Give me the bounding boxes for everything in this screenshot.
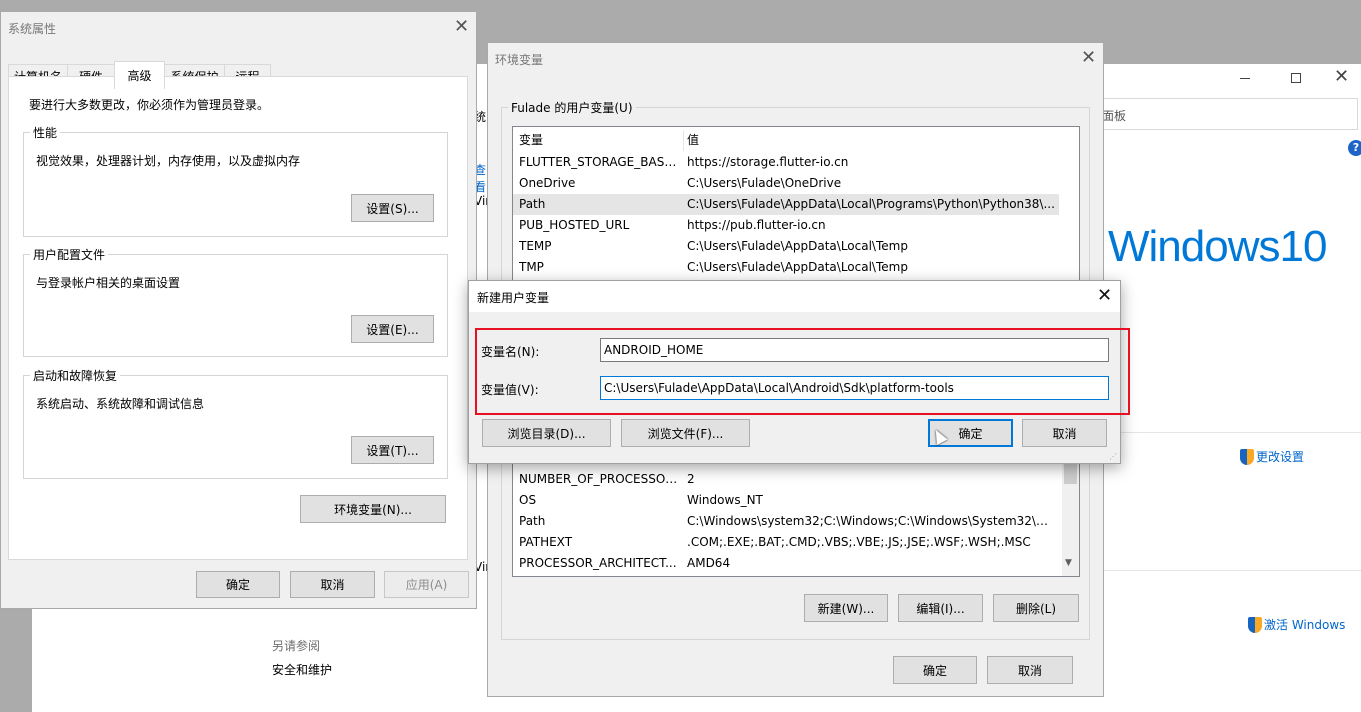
minimize-icon[interactable] — [1238, 70, 1252, 82]
help-icon[interactable]: ? — [1348, 140, 1361, 156]
var-value: 2 — [687, 472, 695, 486]
user-vars-label: Fulade 的用户变量(U) — [508, 99, 636, 116]
sys-props-title: 系统属性 — [8, 22, 57, 36]
browse-file-button[interactable]: 浏览文件(F)... — [621, 419, 750, 447]
new-button[interactable]: 新建(W)... — [804, 594, 888, 622]
environment-variables-button[interactable]: 环境变量(N)... — [300, 495, 446, 523]
delete-button[interactable]: 删除(L) — [993, 594, 1079, 622]
var-value: C:\Windows\system32;C:\Windows;C:\Window… — [687, 514, 1059, 528]
variable-name-field[interactable]: ANDROID_HOME — [600, 338, 1109, 362]
var-name: TMP — [519, 260, 544, 274]
shield-icon — [1248, 616, 1262, 633]
apply-button[interactable]: 应用(A) — [384, 571, 469, 598]
admin-intro: 要进行大多数更改，你必须作为管理员登录。 — [29, 98, 270, 112]
close-icon[interactable]: ✕ — [1081, 49, 1096, 67]
variable-value-field[interactable]: C:\Users\Fulade\AppData\Local\Android\Sd… — [600, 376, 1109, 400]
var-value: AMD64 — [687, 556, 731, 570]
variable-value-label: 变量值(V): — [481, 383, 539, 397]
new-var-title: 新建用户变量 — [477, 291, 550, 305]
var-name: Path — [519, 514, 546, 528]
var-value: C:\Users\Fulade\AppData\Local\Temp — [687, 260, 908, 274]
var-value: C:\Users\Fulade\AppData\Local\Programs\P… — [687, 197, 1055, 211]
profile-settings-button[interactable]: 设置(E)... — [351, 315, 434, 343]
change-settings-link[interactable]: 更改设置 — [1240, 448, 1304, 465]
search-partial-text: 面板 — [1102, 109, 1127, 123]
var-value: Windows_NT — [687, 493, 763, 507]
cancel-button[interactable]: 取消 — [987, 656, 1073, 684]
var-value: .COM;.EXE;.BAT;.CMD;.VBS;.VBE;.JS;.JSE;.… — [687, 535, 1031, 549]
performance-settings-button[interactable]: 设置(S)... — [351, 194, 434, 222]
variable-name-label: 变量名(N): — [481, 345, 540, 359]
scroll-down-icon[interactable]: ▼ — [1065, 558, 1072, 568]
tab-panel: 要进行大多数更改，你必须作为管理员登录。 性能 视觉效果，处理器计划，内存使用，… — [8, 76, 468, 560]
var-name: PATHEXT — [519, 535, 573, 549]
see-also-label: 另请参阅 — [272, 639, 321, 653]
ok-button[interactable]: 确定 — [196, 571, 280, 598]
col-divider — [683, 130, 684, 151]
var-name: TEMP — [519, 239, 552, 253]
browse-directory-button[interactable]: 浏览目录(D)... — [482, 419, 611, 447]
cancel-button[interactable]: 取消 — [290, 571, 375, 598]
user-vars-list[interactable]: 变量 值 FLUTTER_STORAGE_BASE_... https://sto… — [512, 126, 1080, 286]
profile-desc: 与登录帐户相关的桌面设置 — [36, 276, 181, 290]
startup-label: 启动和故障恢复 — [30, 367, 121, 384]
edit-button[interactable]: 编辑(I)... — [898, 594, 983, 622]
startup-desc: 系统启动、系统故障和调试信息 — [36, 397, 205, 411]
divider-line — [1102, 432, 1361, 433]
startup-settings-button[interactable]: 设置(T)... — [351, 436, 434, 464]
performance-desc: 视觉效果，处理器计划，内存使用，以及虚拟内存 — [36, 154, 301, 168]
var-name: PROCESSOR_ARCHITECT... — [519, 556, 677, 570]
var-name: NUMBER_OF_PROCESSORS — [519, 472, 679, 486]
var-value: https://pub.flutter-io.cn — [687, 218, 826, 232]
activate-windows-label: 激活 Windows — [1264, 618, 1346, 632]
new-user-variable-dialog: 新建用户变量 ✕ 变量名(N): ANDROID_HOME 变量值(V): C:… — [468, 280, 1130, 464]
ok-button[interactable]: 确定 — [893, 656, 977, 684]
profile-label: 用户配置文件 — [30, 246, 109, 263]
shield-icon — [1240, 448, 1254, 465]
env-vars-title: 环境变量 — [495, 53, 544, 67]
var-name: OS — [519, 493, 537, 507]
var-name: OneDrive — [519, 176, 576, 190]
var-name: PUB_HOSTED_URL — [519, 218, 630, 232]
var-value: C:\Users\Fulade\AppData\Local\Temp — [687, 239, 908, 253]
list-header: 变量 值 — [513, 130, 1079, 151]
table-row[interactable]: Path C:\Users\Fulade\AppData\Local\Progra… — [513, 194, 1059, 215]
cancel-button[interactable]: 取消 — [1022, 419, 1107, 447]
search-box[interactable]: 面板 — [1098, 98, 1358, 130]
var-name: Path — [519, 197, 546, 211]
maximize-icon[interactable] — [1291, 73, 1301, 83]
close-icon[interactable]: ✕ — [1334, 66, 1349, 87]
security-maintenance-link[interactable]: 安全和维护 — [272, 661, 332, 678]
resize-grip-icon[interactable]: ⋰ — [1109, 453, 1117, 461]
performance-label: 性能 — [30, 124, 61, 141]
windows10-logo: Windows10 — [1108, 222, 1327, 271]
close-icon[interactable]: ✕ — [454, 18, 469, 36]
activate-windows-link[interactable]: 激活 Windows — [1248, 616, 1345, 633]
col-variable-header[interactable]: 变量 — [519, 130, 679, 151]
scrollbar[interactable]: ▼ — [1062, 456, 1079, 576]
col-value-header[interactable]: 值 — [687, 130, 1059, 151]
tab-advanced[interactable]: 高级 — [114, 61, 165, 89]
var-value: https://storage.flutter-io.cn — [687, 155, 849, 169]
var-name: FLUTTER_STORAGE_BASE_... — [519, 155, 679, 169]
system-properties-window: 系统属性 ✕ 计算机名 硬件 高级 系统保护 远程 要进行大多数更改，你必须作为… — [0, 11, 477, 609]
divider-line-2 — [1102, 570, 1361, 571]
background-left-white: 另请参阅 安全和维护 — [242, 606, 488, 696]
new-var-title-bar: 新建用户变量 ✕ — [469, 281, 1120, 312]
system-vars-list[interactable]: NUMBER_OF_PROCESSORS 2 OS Windows_NT Path C… — [512, 455, 1080, 577]
change-settings-label: 更改设置 — [1256, 450, 1305, 464]
var-value: C:\Users\Fulade\OneDrive — [687, 176, 842, 190]
close-icon[interactable]: ✕ — [1097, 287, 1112, 305]
